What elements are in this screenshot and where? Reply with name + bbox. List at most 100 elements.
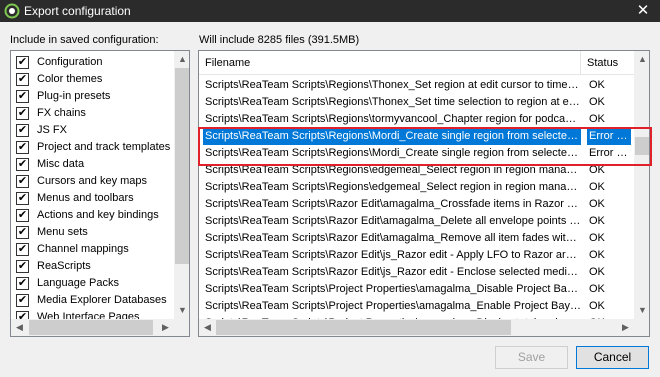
filename-cell: Scripts\ReaTeam Scripts\Razor Edit\amaga…: [205, 232, 581, 244]
checkbox[interactable]: ✔: [16, 158, 29, 171]
checkbox[interactable]: ✔: [16, 56, 29, 69]
table-row[interactable]: Scripts\ReaTeam Scripts\Regions\Thonex_S…: [199, 77, 634, 94]
include-item-label: Actions and key bindings: [37, 209, 159, 221]
filename-cell: Scripts\ReaTeam Scripts\Regions\edgemeal…: [205, 164, 581, 176]
scrollbar-corner: [634, 319, 649, 336]
table-row[interactable]: Scripts\ReaTeam Scripts\Razor Edit\amaga…: [199, 213, 634, 230]
save-button[interactable]: Save: [495, 346, 568, 369]
scroll-thumb[interactable]: [175, 68, 189, 264]
include-item-label: Plug-in presets: [37, 90, 111, 102]
file-summary: Will include 8285 files (391.5MB): [199, 34, 360, 46]
include-item-label: JS FX: [37, 124, 67, 136]
include-item-label: Menus and toolbars: [37, 192, 134, 204]
table-row[interactable]: Scripts\ReaTeam Scripts\Regions\Mordi_Cr…: [199, 128, 634, 145]
scroll-left-icon[interactable]: ◀: [199, 319, 216, 336]
table-row[interactable]: Scripts\ReaTeam Scripts\Project Properti…: [199, 281, 634, 298]
filename-cell: Scripts\ReaTeam Scripts\Razor Edit\amaga…: [205, 215, 581, 227]
include-items: ✔ Configuration ✔ Color themes ✔ Plug-in pres…: [11, 51, 174, 319]
filename-cell: Scripts\ReaTeam Scripts\Regions\Mordi_Cr…: [203, 128, 581, 145]
include-list-vscrollbar[interactable]: ▲ ▼: [174, 51, 189, 319]
status-cell: OK: [589, 249, 605, 261]
table-row[interactable]: Scripts\ReaTeam Scripts\Razor Edit\amaga…: [199, 230, 634, 247]
checkbox[interactable]: ✔: [16, 294, 29, 307]
status-cell: Error read: [589, 147, 631, 159]
filename-cell: Scripts\ReaTeam Scripts\Regions\edgemeal…: [205, 181, 581, 193]
table-row[interactable]: Scripts\ReaTeam Scripts\Razor Edit\js_Ra…: [199, 247, 634, 264]
table-row[interactable]: Scripts\ReaTeam Scripts\Regions\edgemeal…: [199, 162, 634, 179]
status-cell: OK: [589, 164, 605, 176]
include-item-label: Menu sets: [37, 226, 88, 238]
include-list-hscrollbar[interactable]: ◀ ▶: [11, 319, 174, 336]
column-header-status[interactable]: Status: [581, 51, 634, 75]
status-cell: OK: [589, 181, 605, 193]
filename-cell: Scripts\ReaTeam Scripts\Razor Edit\amaga…: [205, 198, 581, 210]
file-list[interactable]: Filename Status Scripts\ReaTeam Scripts\…: [198, 50, 650, 337]
include-item-label: FX chains: [37, 107, 86, 119]
checkbox[interactable]: ✔: [16, 107, 29, 120]
scroll-right-icon[interactable]: ▶: [157, 319, 174, 336]
include-item-label: Web Interface Pages: [37, 311, 140, 319]
include-item-label: Color themes: [37, 73, 103, 85]
checkbox[interactable]: ✔: [16, 277, 29, 290]
filename-cell: Scripts\ReaTeam Scripts\Regions\Thonex_S…: [205, 96, 581, 108]
scroll-up-icon[interactable]: ▲: [174, 51, 189, 68]
close-button[interactable]: ✕: [626, 0, 660, 22]
include-label: Include in saved configuration:: [10, 34, 159, 46]
checkbox[interactable]: ✔: [16, 90, 29, 103]
include-item-label: Language Packs: [37, 277, 119, 289]
checkbox[interactable]: ✔: [16, 141, 29, 154]
status-cell: OK: [589, 79, 605, 91]
file-list-hscrollbar[interactable]: ◀ ▶: [199, 319, 634, 336]
checkbox[interactable]: ✔: [16, 260, 29, 273]
file-list-header: Filename Status: [199, 51, 634, 75]
status-cell: Error read: [587, 128, 631, 145]
checkbox[interactable]: ✔: [16, 226, 29, 239]
scroll-thumb[interactable]: [216, 320, 511, 335]
checkbox[interactable]: ✔: [16, 175, 29, 188]
table-row[interactable]: Scripts\ReaTeam Scripts\Regions\Thonex_S…: [199, 94, 634, 111]
table-row[interactable]: Scripts\ReaTeam Scripts\Project Properti…: [199, 298, 634, 315]
status-cell: OK: [589, 300, 605, 312]
status-cell: OK: [589, 198, 605, 210]
checkbox[interactable]: ✔: [16, 73, 29, 86]
window-title: Export configuration: [24, 4, 131, 18]
scroll-up-icon[interactable]: ▲: [634, 51, 649, 68]
checkbox[interactable]: ✔: [16, 124, 29, 137]
filename-cell: Scripts\ReaTeam Scripts\Razor Edit\js_Ra…: [205, 266, 581, 278]
scroll-left-icon[interactable]: ◀: [11, 319, 28, 336]
scrollbar-corner: [174, 319, 189, 336]
filename-cell: Scripts\ReaTeam Scripts\Project Properti…: [205, 283, 581, 295]
include-item-label: Misc data: [37, 158, 85, 170]
checkbox[interactable]: ✔: [16, 311, 29, 319]
scroll-right-icon[interactable]: ▶: [617, 319, 634, 336]
cancel-button[interactable]: Cancel: [576, 346, 649, 369]
include-list[interactable]: ✔ Configuration ✔ Color themes ✔ Plug-in pres…: [10, 50, 190, 337]
table-row[interactable]: Scripts\ReaTeam Scripts\Regions\tormyvan…: [199, 111, 634, 128]
file-list-vscrollbar[interactable]: ▲ ▼: [634, 51, 649, 319]
include-item-label: Channel mappings: [37, 243, 129, 255]
include-item-label: Project and track templates: [37, 141, 171, 153]
status-cell: OK: [589, 283, 605, 295]
scroll-down-icon[interactable]: ▼: [174, 302, 189, 319]
scroll-thumb[interactable]: [635, 137, 649, 155]
filename-cell: Scripts\ReaTeam Scripts\Project Properti…: [205, 300, 581, 312]
checkbox[interactable]: ✔: [16, 243, 29, 256]
filename-cell: Scripts\ReaTeam Scripts\Razor Edit\js_Ra…: [205, 249, 581, 261]
table-row[interactable]: Scripts\ReaTeam Scripts\Regions\Mordi_Cr…: [199, 145, 634, 162]
status-cell: OK: [589, 232, 605, 244]
include-item-label: ReaScripts: [37, 260, 91, 272]
table-row[interactable]: Scripts\ReaTeam Scripts\Regions\edgemeal…: [199, 179, 634, 196]
include-item-label: Media Explorer Databases: [37, 294, 167, 306]
checkbox[interactable]: ✔: [16, 192, 29, 205]
include-item-label: Configuration: [37, 56, 103, 68]
table-row[interactable]: Scripts\ReaTeam Scripts\Razor Edit\amaga…: [199, 196, 634, 213]
checkbox[interactable]: ✔: [16, 209, 29, 222]
status-cell: OK: [589, 215, 605, 227]
title-bar: Export configuration ✕: [0, 0, 660, 22]
table-row[interactable]: Scripts\ReaTeam Scripts\Razor Edit\js_Ra…: [199, 264, 634, 281]
scroll-down-icon[interactable]: ▼: [634, 302, 649, 319]
include-item-label: Cursors and key maps: [37, 175, 148, 187]
scroll-thumb[interactable]: [29, 320, 153, 335]
reaper-icon: [4, 3, 20, 19]
column-header-filename[interactable]: Filename: [199, 51, 581, 75]
